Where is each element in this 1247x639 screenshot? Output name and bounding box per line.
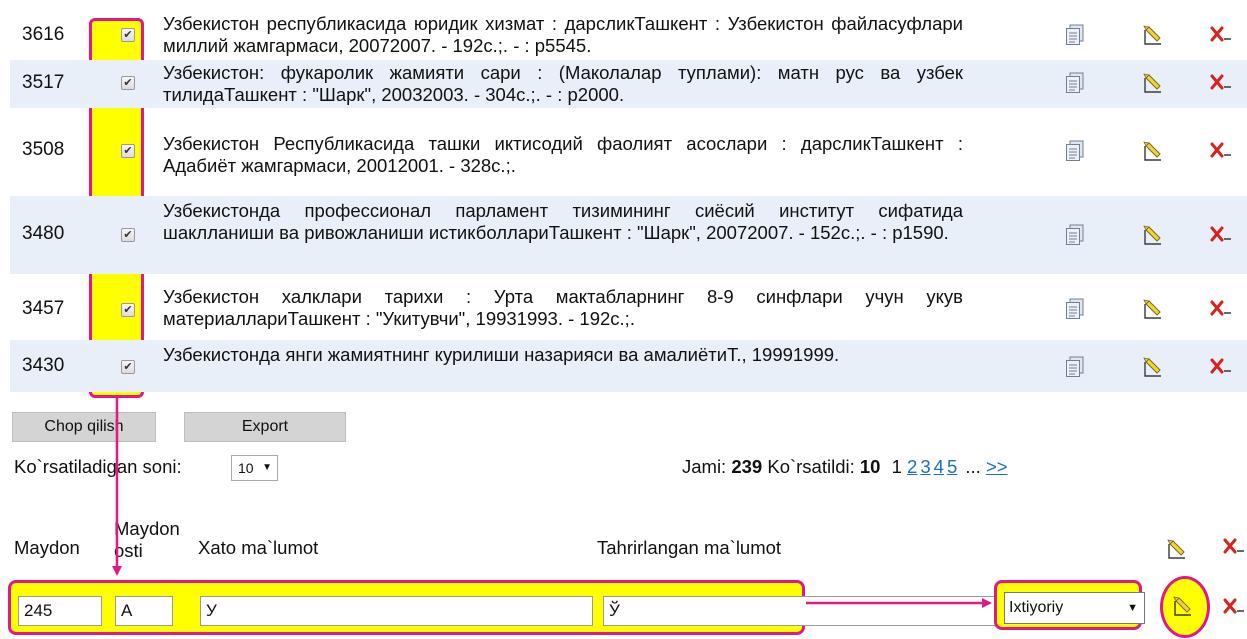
- copy-icon[interactable]: [1065, 140, 1085, 162]
- record-checkbox[interactable]: ✔: [121, 28, 135, 42]
- table-row: 3457 ✔ Узбекистон халклари тарихи : Урта…: [10, 284, 1247, 332]
- delete-icon[interactable]: [1210, 358, 1232, 376]
- page-size-value: 10: [238, 460, 254, 476]
- mode-select-value: Ixtiyoriy: [1009, 599, 1064, 616]
- total-label: Jami:: [682, 456, 727, 477]
- subfield-header: Maydon osti: [114, 518, 180, 561]
- delete-icon[interactable]: [1210, 74, 1232, 92]
- record-checkbox[interactable]: ✔: [121, 303, 135, 317]
- record-checkbox[interactable]: ✔: [121, 76, 135, 90]
- record-description: Узбекистонда янги жамиятнинг курилиши на…: [163, 344, 840, 365]
- export-button[interactable]: Export: [184, 412, 346, 442]
- delete-icon[interactable]: [1210, 26, 1232, 44]
- record-description: Узбекистон халклари тарихи : Урта мактаб…: [163, 286, 963, 329]
- shown-label: Ko`rsatildi:: [767, 456, 855, 477]
- record-id: 3480: [22, 223, 65, 244]
- chevron-down-icon: ▼: [1127, 602, 1138, 614]
- print-button[interactable]: Chop qilish: [12, 412, 156, 442]
- total-count: 239: [731, 456, 763, 477]
- page-size-select[interactable]: 10 ▼: [231, 455, 278, 481]
- table-row: 3517 ✔ Узбекистон: фукаролик жамияти сар…: [10, 60, 1247, 108]
- page-link[interactable]: 5: [947, 456, 957, 477]
- pager-ellipsis: ...: [965, 456, 981, 477]
- edit-pencil-icon[interactable]: [1142, 356, 1164, 378]
- table-row: 3480 ✔ Узбекистонда профессионал парламе…: [10, 196, 1247, 274]
- corrected-value-input[interactable]: Ў: [603, 596, 996, 626]
- copy-icon[interactable]: [1065, 224, 1085, 246]
- chevron-down-icon: ▼: [262, 462, 272, 473]
- delete-icon[interactable]: [1223, 598, 1245, 616]
- record-checkbox[interactable]: ✔: [121, 144, 135, 158]
- copy-icon[interactable]: [1065, 72, 1085, 94]
- current-page: 1: [891, 456, 902, 477]
- field-header: Maydon: [14, 537, 80, 558]
- delete-icon[interactable]: [1210, 226, 1232, 244]
- results-summary: Jami: 239 Ko`rsatildi: 10 1 2345 ... >>: [682, 456, 1011, 478]
- record-description: Узбекистон: фукаролик жамияти сари : (Ма…: [163, 62, 963, 105]
- delete-icon[interactable]: [1223, 538, 1245, 556]
- record-checkbox[interactable]: ✔: [121, 228, 135, 242]
- edit-pencil-icon[interactable]: [1166, 538, 1188, 560]
- edit-pencil-icon[interactable]: [1142, 24, 1164, 46]
- subfield-input[interactable]: A: [115, 596, 173, 626]
- edit-pencil-icon[interactable]: [1142, 224, 1164, 246]
- edit-pencil-icon[interactable]: [1142, 72, 1164, 94]
- field-input[interactable]: 245: [18, 596, 102, 626]
- edit-pencil-icon[interactable]: [1142, 140, 1164, 162]
- record-id: 3430: [22, 355, 65, 376]
- shown-count: 10: [859, 456, 881, 477]
- copy-icon[interactable]: [1065, 356, 1085, 378]
- record-description: Узбекистон Республикасида ташки иктисоди…: [163, 133, 963, 176]
- delete-icon[interactable]: [1210, 142, 1232, 160]
- record-description: Узбекистон республикасида юридик хизмат …: [163, 13, 963, 56]
- wrong-value-header: Xato ma`lumot: [198, 537, 319, 558]
- copy-icon[interactable]: [1065, 298, 1085, 320]
- wrong-value-input[interactable]: У: [200, 596, 593, 626]
- record-checkbox[interactable]: ✔: [121, 360, 135, 374]
- mode-select[interactable]: Ixtiyoriy ▼: [1004, 592, 1145, 624]
- next-page-link[interactable]: >>: [986, 456, 1008, 477]
- record-id: 3457: [22, 298, 65, 319]
- record-id: 3508: [22, 139, 65, 160]
- record-id: 3517: [22, 72, 65, 93]
- page-size-label: Ko`rsatiladigan soni:: [14, 456, 182, 477]
- page-link[interactable]: 3: [920, 456, 930, 477]
- page-link[interactable]: 4: [934, 456, 944, 477]
- copy-icon[interactable]: [1065, 24, 1085, 46]
- record-description: Узбекистонда профессионал парламент тизи…: [163, 200, 963, 243]
- table-row: 3616 ✔ Узбекистон республикасида юридик …: [10, 13, 1247, 56]
- edit-pencil-icon[interactable]: [1172, 595, 1194, 617]
- table-row: 3430 ✔ Узбекистонда янги жамиятнинг кури…: [10, 340, 1247, 392]
- edit-pencil-icon[interactable]: [1142, 298, 1164, 320]
- table-row: 3508 ✔ Узбекистон Республикасида ташки и…: [10, 110, 1247, 196]
- delete-icon[interactable]: [1210, 300, 1232, 318]
- corrected-value-header: Tahrirlangan ma`lumot: [597, 537, 782, 558]
- page-link[interactable]: 2: [907, 456, 917, 477]
- record-id: 3616: [22, 24, 65, 45]
